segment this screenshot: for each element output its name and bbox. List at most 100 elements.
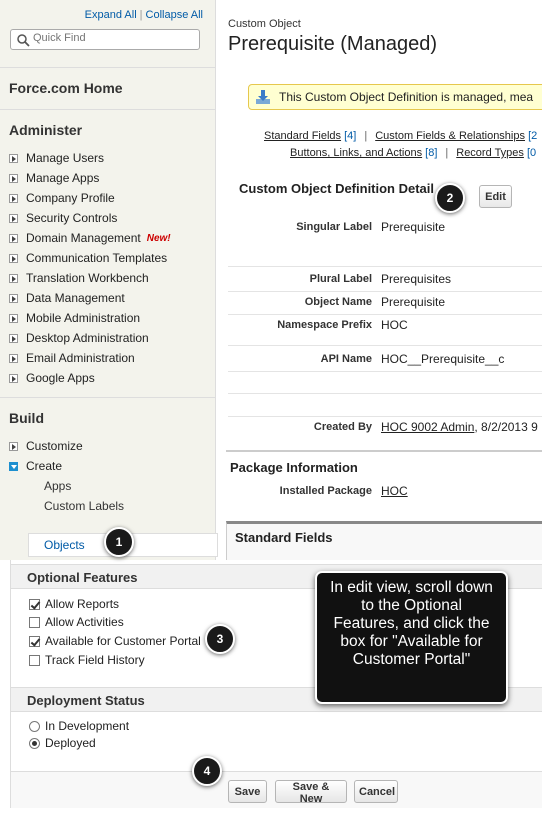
- field-label: Namespace Prefix: [277, 319, 372, 331]
- created-date: , 8/2/2013 9: [474, 420, 538, 434]
- checkbox[interactable]: [29, 598, 40, 610]
- option-label: Allow Activities: [45, 615, 124, 629]
- divider: [228, 416, 542, 417]
- expand-icon[interactable]: [9, 253, 18, 263]
- option-label: Available for Customer Portal: [45, 634, 201, 648]
- field-value: Prerequisite: [381, 220, 446, 234]
- build-heading: Build: [9, 410, 44, 426]
- quick-find-input[interactable]: [33, 32, 193, 44]
- custom-fields-link[interactable]: Custom Fields & Relationships: [375, 130, 525, 142]
- managed-message-text: This Custom Object Definition is managed…: [279, 90, 534, 104]
- sidebar-item-label: Translation Workbench: [26, 271, 149, 285]
- sidebar-item-label: Customize: [26, 439, 83, 453]
- sidebar-item-label: Create: [26, 459, 63, 473]
- collapse-all-link[interactable]: Collapse All: [146, 9, 203, 21]
- step-marker-3: 3: [205, 624, 235, 654]
- cancel-button[interactable]: Cancel: [354, 780, 398, 803]
- sidebar-item-label: Manage Users: [26, 151, 105, 165]
- allow-reports-option[interactable]: Allow Reports: [29, 595, 119, 613]
- sidebar-item-data-management[interactable]: Data Management: [9, 288, 206, 308]
- sidebar-item-email-administration[interactable]: Email Administration: [9, 348, 206, 368]
- expand-icon[interactable]: [9, 213, 18, 223]
- managed-info-message: This Custom Object Definition is managed…: [248, 84, 542, 110]
- save-button[interactable]: Save: [228, 780, 267, 803]
- main-content: Custom Object Prerequisite (Managed) Thi…: [216, 0, 542, 561]
- option-label: Allow Reports: [45, 597, 120, 611]
- sidebar-item-translation-workbench[interactable]: Translation Workbench: [9, 268, 206, 288]
- setup-sidebar: Expand All|Collapse All Force.com Home A…: [0, 0, 216, 560]
- standard-fields-link[interactable]: Standard Fields: [264, 130, 341, 142]
- field-label: API Name: [320, 353, 372, 365]
- record-types-link[interactable]: Record Types: [456, 147, 524, 159]
- sidebar-item-customize[interactable]: Customize: [9, 436, 206, 456]
- quick-find-box[interactable]: [10, 29, 200, 50]
- count-badge: [2: [528, 130, 538, 142]
- field-row-created-by: Created By HOC 9002 Admin, 8/2/2013 9: [228, 420, 542, 443]
- sidebar-item-google-apps[interactable]: Google Apps: [9, 368, 206, 388]
- sidebar-item-label: Manage Apps: [26, 171, 100, 185]
- radio-button[interactable]: [29, 720, 40, 732]
- expand-all-link[interactable]: Expand All: [85, 9, 137, 21]
- expand-icon[interactable]: [9, 353, 18, 363]
- expand-icon[interactable]: [9, 233, 18, 243]
- sidebar-item-label: Security Controls: [26, 211, 118, 225]
- radio-button[interactable]: [29, 737, 40, 749]
- sidebar-item-apps[interactable]: Apps: [44, 476, 206, 496]
- new-badge: New!: [146, 232, 171, 244]
- track-field-history-option[interactable]: Track Field History: [29, 651, 145, 669]
- field-label: Singular Label: [296, 221, 372, 233]
- field-label: Created By: [313, 421, 372, 433]
- created-by-user-link[interactable]: HOC 9002 Admin: [381, 420, 474, 434]
- divider: [228, 266, 542, 267]
- sidebar-item-custom-labels[interactable]: Custom Labels: [44, 496, 206, 516]
- field-label: Installed Package: [279, 485, 372, 497]
- expand-icon[interactable]: [9, 293, 18, 303]
- sidebar-item-domain-management[interactable]: Domain Management New!: [9, 228, 206, 248]
- sidebar-item-label: Domain Management: [26, 231, 141, 245]
- sidebar-item-mobile-administration[interactable]: Mobile Administration: [9, 308, 206, 328]
- expand-icon[interactable]: [9, 273, 18, 283]
- sidebar-item-security-controls[interactable]: Security Controls: [9, 208, 206, 228]
- expand-icon[interactable]: [9, 193, 18, 203]
- in-development-option[interactable]: In Development: [29, 717, 129, 735]
- checkbox[interactable]: [29, 635, 40, 647]
- field-value: Prerequisites: [381, 272, 452, 286]
- instruction-tooltip: In edit view, scroll down to the Optiona…: [315, 571, 508, 704]
- edit-button[interactable]: Edit: [479, 185, 512, 208]
- divider: [228, 393, 542, 394]
- sidebar-item-create[interactable]: Create: [9, 456, 206, 476]
- sidebar-item-label: Email Administration: [26, 351, 135, 365]
- customer-portal-option[interactable]: Available for Customer Portal: [29, 632, 201, 650]
- expand-icon[interactable]: [9, 153, 18, 163]
- link-separator: |: [364, 130, 368, 142]
- save-and-new-button[interactable]: Save & New: [275, 780, 347, 805]
- collapse-icon[interactable]: [9, 461, 18, 471]
- expand-icon[interactable]: [9, 313, 18, 323]
- sidebar-item-desktop-administration[interactable]: Desktop Administration: [9, 328, 206, 348]
- sidebar-item-communication-templates[interactable]: Communication Templates: [9, 248, 206, 268]
- sidebar-item-label: Mobile Administration: [26, 311, 141, 325]
- search-icon: [17, 34, 30, 47]
- package-info-heading: Package Information: [226, 450, 542, 478]
- sidebar-item-manage-apps[interactable]: Manage Apps: [9, 168, 206, 188]
- checkbox[interactable]: [29, 654, 40, 666]
- checkbox[interactable]: [29, 616, 40, 628]
- divider: [228, 345, 542, 346]
- button-bar: Save Save & New Cancel: [11, 771, 542, 808]
- buttons-links-actions-link[interactable]: Buttons, Links, and Actions: [290, 147, 422, 159]
- field-value: HOC__Prerequisite__c: [381, 352, 505, 366]
- deployed-option[interactable]: Deployed: [29, 734, 96, 752]
- expand-icon[interactable]: [9, 173, 18, 183]
- page-title: Prerequisite (Managed): [228, 33, 437, 55]
- expand-icon[interactable]: [9, 373, 18, 383]
- force-home-link[interactable]: Force.com Home: [0, 68, 215, 110]
- allow-activities-option[interactable]: Allow Activities: [29, 613, 124, 631]
- field-value: HOC 9002 Admin, 8/2/2013 9: [381, 420, 538, 434]
- sidebar-item-manage-users[interactable]: Manage Users: [9, 148, 206, 168]
- step-marker-4: 4: [192, 756, 222, 786]
- expand-icon[interactable]: [9, 441, 18, 451]
- sidebar-item-label: Google Apps: [26, 371, 95, 385]
- sidebar-item-company-profile[interactable]: Company Profile: [9, 188, 206, 208]
- expand-icon[interactable]: [9, 333, 18, 343]
- installed-package-link[interactable]: HOC: [381, 484, 408, 498]
